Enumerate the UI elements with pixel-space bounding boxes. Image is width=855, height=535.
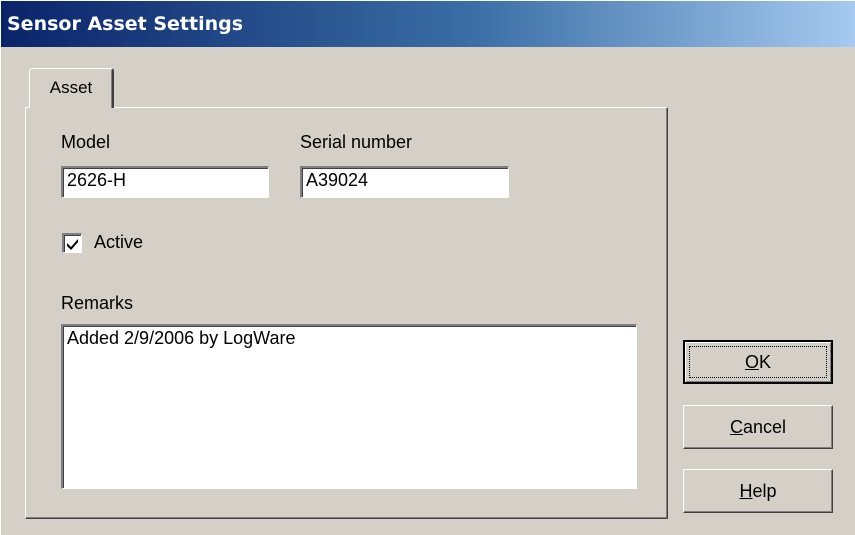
focus-rectangle xyxy=(689,346,827,378)
serial-number-label: Serial number xyxy=(300,132,413,152)
help-button[interactable]: Help xyxy=(683,469,833,513)
checkmark-icon xyxy=(67,239,78,250)
tab-panel-asset: Model 2626-H Serial number A39024 Active… xyxy=(25,107,668,519)
title-bar[interactable]: Sensor Asset Settings xyxy=(1,1,855,47)
tab-asset[interactable]: Asset xyxy=(29,68,114,108)
model-label: Model xyxy=(61,132,111,152)
active-checkbox[interactable] xyxy=(62,233,82,253)
active-label[interactable]: Active xyxy=(94,232,143,253)
tab-asset-label: Asset xyxy=(49,78,93,97)
serial-number-field[interactable]: A39024 xyxy=(300,166,509,198)
help-label-rest: elp xyxy=(752,481,777,501)
window-title: Sensor Asset Settings xyxy=(7,13,244,35)
remarks-textarea[interactable]: Added 2/9/2006 by LogWare xyxy=(61,324,637,489)
help-mnemonic: H xyxy=(739,481,753,501)
ok-button[interactable]: OK xyxy=(683,340,833,384)
remarks-label: Remarks xyxy=(61,293,134,313)
dialog-window: Sensor Asset Settings Model 2626-H Seria… xyxy=(0,0,855,535)
cancel-label-rest: ancel xyxy=(742,417,787,437)
cancel-button[interactable]: Cancel xyxy=(683,405,833,449)
model-field[interactable]: 2626-H xyxy=(61,166,269,198)
cancel-mnemonic: C xyxy=(729,417,743,437)
